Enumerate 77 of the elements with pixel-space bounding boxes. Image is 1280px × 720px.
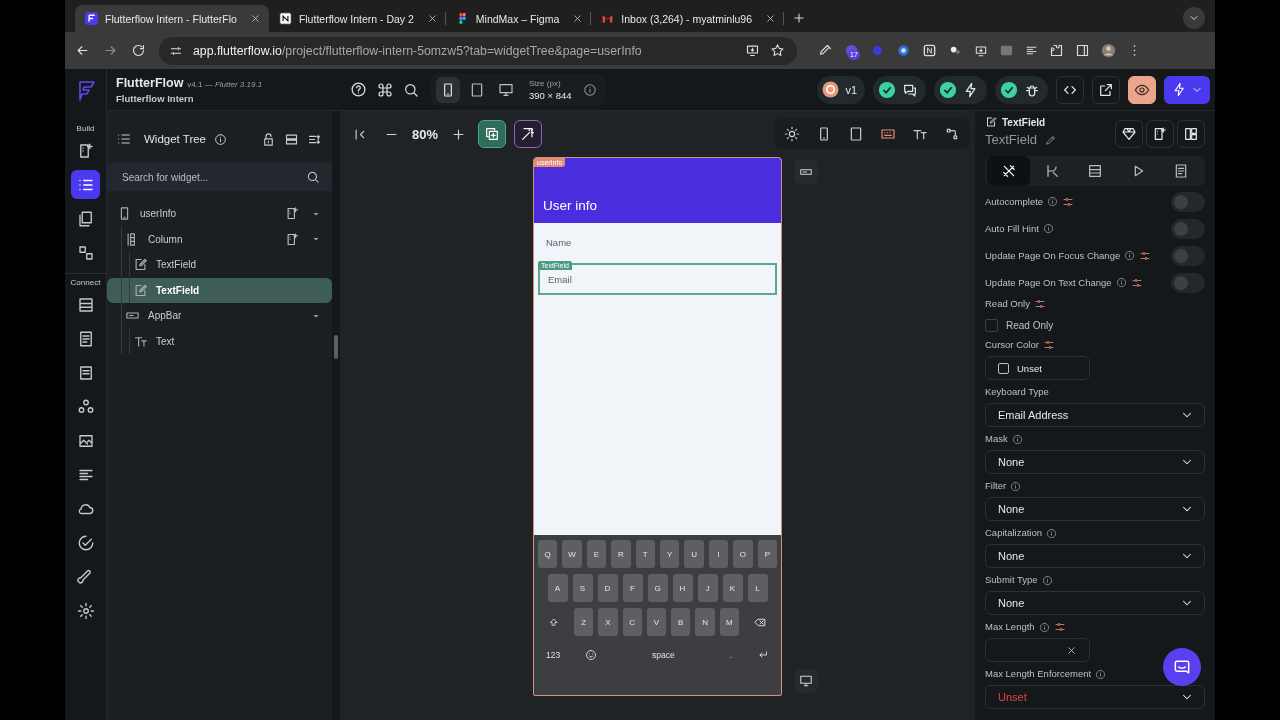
browser-tab[interactable]: MindMax – Figma bbox=[445, 5, 592, 32]
keyboard-key[interactable]: V bbox=[646, 608, 667, 636]
keyboard-key[interactable]: B bbox=[671, 608, 691, 636]
checkbox-label: Read Only bbox=[1006, 319, 1054, 331]
keyboard-key[interactable]: S bbox=[572, 574, 593, 602]
dropdown[interactable]: None bbox=[985, 450, 1205, 474]
keyboard-key[interactable]: F bbox=[622, 574, 643, 602]
rail-section-label: Build bbox=[76, 124, 95, 133]
property-label: Filter bbox=[985, 480, 1007, 492]
url-text: app.flutterflow.io/project/flutterflow-intern-5omzw5?tab=widgetTree&page=userInfo bbox=[193, 43, 642, 58]
widget-type: TextField bbox=[1002, 116, 1046, 128]
dropdown[interactable]: Unset bbox=[985, 685, 1205, 709]
tree-item[interactable]: TextField bbox=[107, 277, 332, 303]
text-field[interactable]: Name bbox=[538, 231, 777, 253]
version-button[interactable]: v1 bbox=[817, 75, 865, 104]
tree-item[interactable]: AppBar bbox=[107, 303, 332, 329]
version-text: v4.1 — Flutter 3.19.1 bbox=[187, 79, 263, 89]
keyboard-key[interactable]: Y bbox=[660, 540, 680, 568]
dropdown[interactable]: None bbox=[985, 497, 1205, 521]
browser-tab[interactable]: Inbox (3,264) - myatminlu96 bbox=[591, 5, 785, 32]
keyboard-key[interactable]: R bbox=[611, 540, 631, 568]
property-label: Mask bbox=[985, 433, 1008, 445]
property-label: Cursor Color bbox=[985, 339, 1039, 351]
browser-tab[interactable]: Flutterflow Intern - FlutterFlo bbox=[75, 5, 269, 32]
property-label: Update Page On Focus Change bbox=[985, 249, 1121, 262]
keyboard-key[interactable]: I bbox=[708, 540, 729, 568]
property-label: Max Length bbox=[985, 621, 1035, 633]
property-label: Auto Fill Hint bbox=[985, 222, 1039, 235]
dropdown[interactable]: None bbox=[985, 591, 1205, 615]
property-label: Autocomplete bbox=[985, 195, 1044, 208]
keyboard-key[interactable]: M bbox=[719, 608, 739, 636]
property-label: Read Only bbox=[985, 298, 1030, 310]
keyboard-key[interactable]: N bbox=[695, 608, 715, 636]
tree-item[interactable]: Text bbox=[107, 328, 332, 354]
keyboard-key[interactable]: O bbox=[733, 540, 753, 568]
panel-title: Widget Tree bbox=[144, 133, 206, 145]
project-name: Flutterflow Intern bbox=[116, 92, 195, 104]
color-field[interactable]: Unset bbox=[985, 356, 1090, 380]
widget-name: TextField bbox=[985, 132, 1038, 147]
zoom-level: 80% bbox=[412, 126, 439, 142]
keyboard-key[interactable]: A bbox=[547, 574, 568, 602]
size-label: Size (px) bbox=[529, 78, 562, 88]
keyboard-key[interactable]: K bbox=[722, 574, 743, 602]
keyboard-key[interactable]: . bbox=[729, 650, 733, 660]
dropdown[interactable]: None bbox=[985, 544, 1205, 568]
keyboard-key[interactable]: Z bbox=[574, 608, 594, 636]
keyboard-key[interactable]: G bbox=[647, 574, 668, 602]
keyboard-key[interactable]: T bbox=[635, 540, 655, 568]
keyboard-key[interactable]: D bbox=[597, 574, 618, 602]
keyboard-key[interactable]: E bbox=[586, 540, 607, 568]
search-field[interactable]: Search for widget... bbox=[107, 163, 332, 191]
keyboard-key[interactable]: H bbox=[672, 574, 693, 602]
property-label: Max Length Enforcement bbox=[985, 668, 1092, 680]
property-label: Capitalization bbox=[985, 527, 1043, 539]
dropdown[interactable]: Email Address bbox=[985, 403, 1205, 427]
size-value: 390 × 844 bbox=[529, 89, 572, 101]
browser-tab[interactable]: Flutterflow Intern - Day 2 bbox=[268, 5, 446, 32]
keyboard-key[interactable]: 123 bbox=[546, 650, 561, 660]
address-field[interactable]: app.flutterflow.io/project/flutterflow-intern-5omzw5?tab=widgetTree&page=userInfo bbox=[159, 36, 797, 65]
rail-section-label: Connect bbox=[70, 278, 101, 287]
keyboard-key[interactable]: P bbox=[757, 540, 778, 568]
tree-item[interactable]: TextField bbox=[107, 252, 332, 278]
keyboard-key[interactable]: C bbox=[622, 608, 642, 636]
app-name: FlutterFlow bbox=[116, 75, 184, 90]
keyboard-key[interactable]: Q bbox=[537, 540, 558, 568]
property-label: Keyboard Type bbox=[985, 386, 1049, 398]
keyboard-key[interactable]: space bbox=[622, 650, 705, 660]
keyboard-key[interactable]: J bbox=[697, 574, 718, 602]
app-bar-title: User info bbox=[543, 198, 598, 213]
property-label: Submit Type bbox=[985, 574, 1038, 586]
tree-item[interactable]: userInfo bbox=[107, 201, 332, 227]
property-label: Update Page On Text Change bbox=[985, 276, 1112, 289]
keyboard-key[interactable]: X bbox=[598, 608, 618, 636]
keyboard-key[interactable]: L bbox=[747, 574, 768, 602]
tree-item[interactable]: Column bbox=[107, 226, 332, 252]
keyboard-key[interactable]: W bbox=[562, 540, 582, 568]
keyboard-key[interactable]: U bbox=[684, 540, 704, 568]
